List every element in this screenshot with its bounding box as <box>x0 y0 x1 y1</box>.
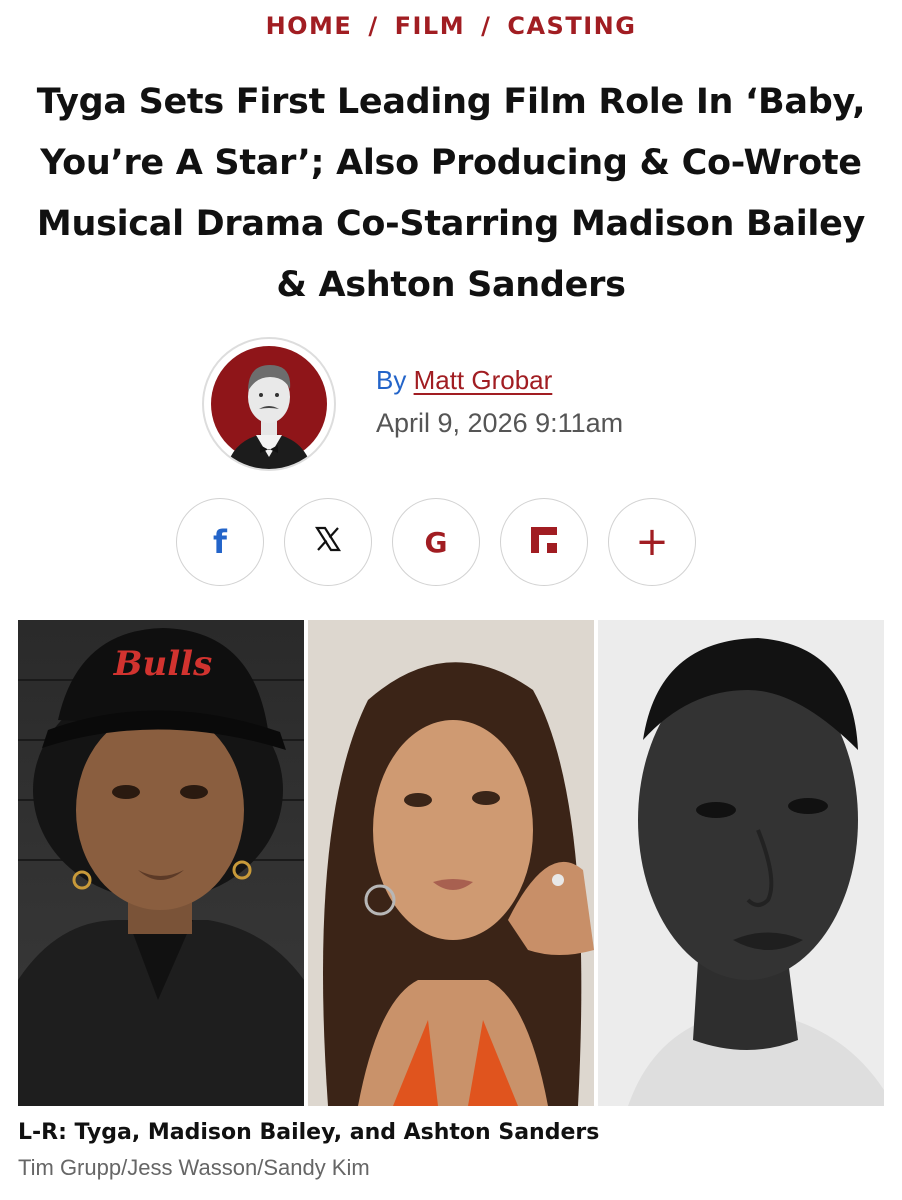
breadcrumb-home-link[interactable]: HOME <box>266 12 353 40</box>
author-portrait <box>211 346 327 469</box>
plus-icon: + <box>635 519 669 565</box>
photo-madison-bailey <box>308 620 594 1106</box>
share-flipboard-button[interactable] <box>500 498 588 586</box>
breadcrumb-film-link[interactable]: FILM <box>395 12 466 40</box>
share-facebook-button[interactable]: f <box>176 498 264 586</box>
share-google-button[interactable]: G <box>392 498 480 586</box>
breadcrumb-separator: / <box>481 12 492 40</box>
photo-tyga: Bulls <box>18 620 304 1106</box>
cap-text: Bulls <box>113 644 212 684</box>
breadcrumb-casting-link[interactable]: CASTING <box>507 12 636 40</box>
share-more-button[interactable]: + <box>608 498 696 586</box>
article-hero-image[interactable]: Bulls <box>18 620 884 1106</box>
x-icon <box>314 525 342 560</box>
breadcrumb: HOME / FILM / CASTING <box>0 12 902 40</box>
byline-prefix: By <box>376 365 407 395</box>
article-headline: Tyga Sets First Leading Film Role In ‘Ba… <box>36 82 866 305</box>
image-credit: Tim Grupp/Jess Wasson/Sandy Kim <box>18 1155 370 1180</box>
flipboard-icon <box>531 526 557 558</box>
google-icon: G <box>424 525 448 559</box>
author-link[interactable]: Matt Grobar <box>414 365 553 395</box>
breadcrumb-separator: / <box>368 12 379 40</box>
share-x-button[interactable] <box>284 498 372 586</box>
publish-date: April 9, 2026 9:11am <box>376 408 624 438</box>
share-bar: f G + <box>176 498 696 586</box>
photo-ashton-sanders <box>598 620 884 1106</box>
byline: By Matt Grobar <box>376 364 552 396</box>
facebook-icon: f <box>213 523 227 561</box>
image-caption: L-R: Tyga, Madison Bailey, and Ashton Sa… <box>18 1120 600 1145</box>
author-avatar[interactable] <box>202 337 336 471</box>
